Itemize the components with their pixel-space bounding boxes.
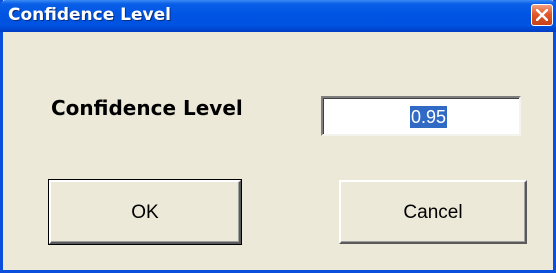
confidence-level-input[interactable]: 0.95 — [321, 96, 521, 136]
close-icon — [536, 9, 548, 21]
title-bar[interactable]: Confidence Level — [0, 0, 556, 32]
confidence-level-value: 0.95 — [409, 106, 447, 128]
cancel-button[interactable]: Cancel — [339, 180, 527, 244]
confidence-level-label: Confidence Level — [51, 96, 243, 120]
close-button[interactable] — [531, 4, 553, 26]
ok-button[interactable]: OK — [48, 179, 242, 245]
dialog-window: Confidence Level Confidence Level 0.95 O… — [0, 0, 556, 273]
window-title: Confidence Level — [8, 5, 171, 25]
